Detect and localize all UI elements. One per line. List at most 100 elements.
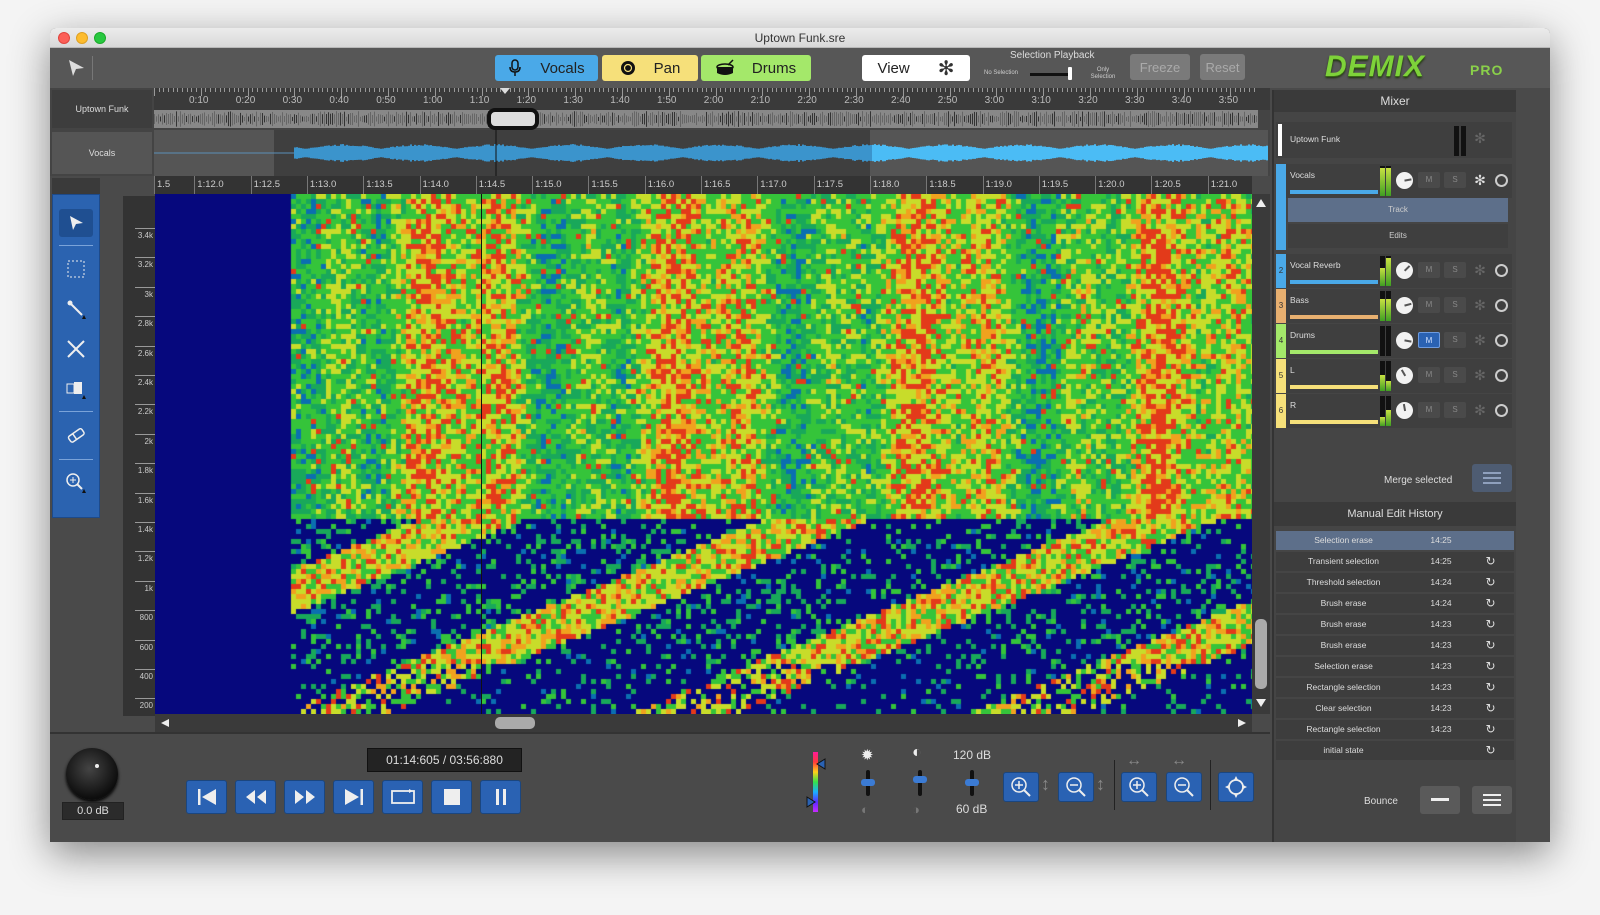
- vertical-zoom-out-button[interactable]: [1058, 772, 1094, 802]
- channel-volume-bar[interactable]: [1290, 385, 1378, 389]
- colormap-lower-handle[interactable]: [806, 796, 816, 808]
- maximize-window-button[interactable]: [94, 32, 106, 44]
- undo-to-state-icon[interactable]: ↻: [1484, 618, 1497, 631]
- channel-mute-button[interactable]: M: [1418, 402, 1440, 418]
- history-row[interactable]: Brush erase 14:23 ↻: [1276, 636, 1514, 655]
- minimize-window-button[interactable]: [76, 32, 88, 44]
- undo-to-state-icon[interactable]: ↻: [1484, 744, 1497, 757]
- view-button[interactable]: View ✻: [862, 55, 970, 81]
- overview-track-label[interactable]: Uptown Funk: [52, 90, 152, 128]
- horizontal-scroll-thumb[interactable]: [495, 717, 535, 729]
- colormap-upper-handle[interactable]: [816, 758, 826, 770]
- scroll-down-arrow-icon[interactable]: [1255, 698, 1267, 708]
- channel-volume-bar[interactable]: [1290, 190, 1378, 194]
- history-row[interactable]: Selection erase 14:25: [1276, 531, 1514, 550]
- undo-to-state-icon[interactable]: ↻: [1484, 597, 1497, 610]
- selection-playback-slider[interactable]: [1030, 73, 1070, 76]
- channel-pan-knob[interactable]: [1396, 262, 1413, 279]
- pointer-cursor-icon[interactable]: [64, 56, 88, 80]
- channel-pan-knob[interactable]: [1396, 367, 1413, 384]
- mode-vocals-button[interactable]: Vocals: [495, 55, 598, 81]
- rectangle-select-tool[interactable]: [59, 255, 93, 283]
- undo-to-state-icon[interactable]: ↻: [1484, 702, 1497, 715]
- channel-record-ring-icon[interactable]: [1495, 404, 1508, 417]
- undo-to-state-icon[interactable]: ↻: [1484, 723, 1497, 736]
- overview-time-ruler[interactable]: 0:10 0:20 0:30 0:40 0:50 1:00 1:10 1:20 1:30 1:40…: [154, 88, 1270, 110]
- history-row[interactable]: initial state ↻: [1276, 741, 1514, 760]
- mixer-channel-row[interactable]: 1VocalsMS✻: [1276, 164, 1512, 250]
- channel-freeze-icon[interactable]: ✻: [1472, 171, 1488, 189]
- channel-volume-bar[interactable]: [1290, 350, 1378, 354]
- spectrogram-view[interactable]: [155, 194, 1252, 714]
- vocals-waveform[interactable]: [154, 130, 1270, 176]
- vertical-scroll-thumb[interactable]: [1255, 619, 1267, 689]
- fast-forward-button[interactable]: [284, 780, 325, 814]
- undo-to-state-icon[interactable]: ↻: [1484, 555, 1497, 568]
- selection-playback-thumb[interactable]: [1068, 67, 1072, 80]
- master-freeze-icon[interactable]: ✻: [1472, 129, 1488, 147]
- channel-record-ring-icon[interactable]: [1495, 334, 1508, 347]
- undo-to-state-icon[interactable]: ↻: [1484, 576, 1497, 589]
- undo-to-state-icon[interactable]: ↻: [1484, 660, 1497, 673]
- brightness-slider[interactable]: [861, 770, 875, 796]
- channel-volume-bar[interactable]: [1290, 280, 1378, 284]
- channel-pan-knob[interactable]: [1396, 402, 1413, 419]
- overview-waveform[interactable]: [154, 108, 1258, 130]
- pause-button[interactable]: [480, 780, 521, 814]
- close-window-button[interactable]: [58, 32, 70, 44]
- channel-solo-button[interactable]: S: [1444, 262, 1466, 278]
- mixer-channel-row[interactable]: 4 Drums M S ✻: [1276, 324, 1512, 358]
- channel-freeze-icon[interactable]: ✻: [1472, 261, 1488, 279]
- channel-mute-button[interactable]: M: [1418, 262, 1440, 278]
- vocals-track-label[interactable]: Vocals: [52, 132, 152, 174]
- channel-freeze-icon[interactable]: ✻: [1472, 401, 1488, 419]
- overview-viewport-handle[interactable]: [487, 108, 539, 130]
- channel-mute-button[interactable]: M: [1418, 172, 1440, 188]
- history-row[interactable]: Brush erase 14:23 ↻: [1276, 615, 1514, 634]
- channel-mute-button[interactable]: M: [1418, 297, 1440, 313]
- history-row[interactable]: Rectangle selection 14:23 ↻: [1276, 678, 1514, 697]
- playhead-line[interactable]: [481, 194, 482, 714]
- contrast-slider[interactable]: [913, 770, 927, 796]
- db-range-slider[interactable]: [965, 770, 979, 796]
- channel-solo-button[interactable]: S: [1444, 172, 1466, 188]
- channel-record-ring-icon[interactable]: [1495, 299, 1508, 312]
- history-row[interactable]: Brush erase 14:24 ↻: [1276, 594, 1514, 613]
- vocals-edits-subrow[interactable]: Edits: [1288, 224, 1508, 248]
- channel-freeze-icon[interactable]: ✻: [1472, 331, 1488, 349]
- channel-solo-button[interactable]: S: [1444, 367, 1466, 383]
- pointer-tool[interactable]: [59, 209, 93, 237]
- transient-tool[interactable]: [59, 375, 93, 403]
- history-row[interactable]: Rectangle selection 14:23 ↻: [1276, 720, 1514, 739]
- mode-pan-button[interactable]: Pan: [602, 55, 698, 81]
- mode-drums-button[interactable]: Drums: [701, 55, 811, 81]
- channel-mute-button[interactable]: M: [1418, 332, 1440, 348]
- channel-pan-knob[interactable]: [1396, 332, 1413, 349]
- overview-playhead-marker[interactable]: [500, 88, 510, 94]
- mixer-channel-row[interactable]: 6 R M S ✻: [1276, 394, 1512, 428]
- stop-button[interactable]: [431, 780, 472, 814]
- channel-solo-button[interactable]: S: [1444, 402, 1466, 418]
- history-row[interactable]: Transient selection 14:25 ↻: [1276, 552, 1514, 571]
- channel-solo-button[interactable]: S: [1444, 297, 1466, 313]
- output-gain-knob[interactable]: [66, 748, 118, 800]
- reset-button[interactable]: Reset: [1200, 54, 1245, 80]
- horizontal-scrollbar[interactable]: [155, 714, 1252, 732]
- loop-button[interactable]: [382, 780, 423, 814]
- horizontal-zoom-out-button[interactable]: [1166, 772, 1202, 802]
- zoom-to-fit-button[interactable]: [1218, 772, 1254, 802]
- history-row[interactable]: Selection erase 14:23 ↻: [1276, 657, 1514, 676]
- channel-record-ring-icon[interactable]: [1495, 264, 1508, 277]
- eraser-tool[interactable]: [59, 421, 93, 449]
- channel-solo-button[interactable]: S: [1444, 332, 1466, 348]
- skip-to-end-button[interactable]: [333, 780, 374, 814]
- vertical-zoom-in-button[interactable]: [1003, 772, 1039, 802]
- skip-to-start-button[interactable]: [186, 780, 227, 814]
- vertical-scrollbar[interactable]: [1252, 194, 1270, 714]
- channel-volume-bar[interactable]: [1290, 420, 1378, 424]
- scroll-left-arrow-icon[interactable]: [160, 718, 170, 728]
- channel-volume-bar[interactable]: [1290, 315, 1378, 319]
- channel-record-ring-icon[interactable]: [1495, 174, 1508, 187]
- scroll-up-arrow-icon[interactable]: [1255, 198, 1267, 208]
- merge-selected-button[interactable]: [1472, 464, 1512, 492]
